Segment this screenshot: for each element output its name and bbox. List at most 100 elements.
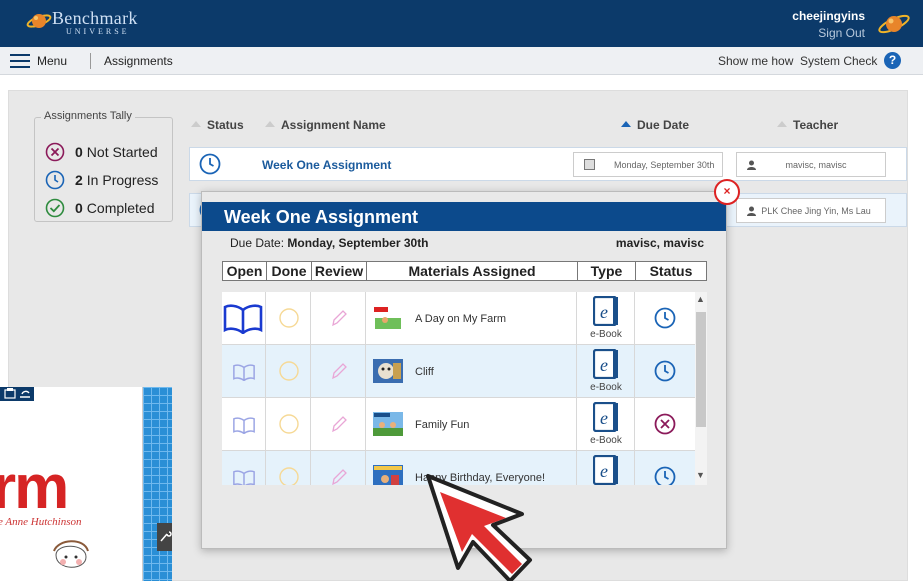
- sort-teacher-header[interactable]: Teacher: [777, 118, 838, 132]
- clock-icon: [654, 307, 676, 329]
- status-cell: [635, 451, 695, 485]
- teacher-field: PLK Chee Jing Yin, Ms Lau: [736, 198, 886, 223]
- hamburger-menu-icon[interactable]: [10, 54, 30, 68]
- col-open: Open: [223, 262, 267, 280]
- book-cover-thumbnail: [373, 359, 403, 383]
- done-circle-icon: [279, 414, 299, 434]
- done-toggle[interactable]: [266, 345, 311, 397]
- planet-avatar-icon[interactable]: [877, 10, 911, 36]
- modal-teacher: mavisc, mavisc: [615, 236, 704, 250]
- done-toggle[interactable]: [266, 398, 311, 450]
- col-materials: Materials Assigned: [367, 262, 578, 280]
- header-label: Teacher: [793, 118, 839, 132]
- assignment-name[interactable]: Week One Assignment: [262, 158, 391, 172]
- teacher-value: mavisc, mavisc: [785, 160, 847, 170]
- table-scrollbar[interactable]: ▲ ▼: [695, 292, 707, 485]
- svg-text:e: e: [600, 408, 608, 428]
- done-circle-icon: [279, 308, 299, 328]
- nav-bar: Menu Assignments Show me how System Chec…: [0, 47, 923, 75]
- header-label: Assignment Name: [281, 118, 386, 132]
- done-circle-icon: [279, 361, 299, 381]
- tally-label: In Progress: [86, 172, 159, 188]
- col-type: Type: [578, 262, 636, 280]
- tally-count: 0: [75, 144, 83, 160]
- scroll-down-icon[interactable]: ▼: [696, 470, 705, 480]
- clock-icon: [45, 170, 65, 190]
- not-started-icon: [45, 142, 65, 162]
- ebook-preview[interactable]: rm e Anne Hutchinson: [0, 387, 172, 581]
- illustration-face: [53, 540, 89, 568]
- review-button[interactable]: [311, 451, 366, 485]
- sort-arrow-icon: [191, 120, 201, 127]
- open-book-button[interactable]: [222, 292, 266, 344]
- print-icon[interactable]: [0, 387, 34, 401]
- open-book-button[interactable]: [222, 345, 266, 397]
- open-book-button[interactable]: [222, 451, 266, 485]
- book-cover-thumbnail: [373, 412, 403, 436]
- materials-table-body: A Day on My Farm e e-Book Cliff e e-Book…: [222, 292, 707, 485]
- open-book-icon: [233, 364, 255, 381]
- sort-name-header[interactable]: Assignment Name: [265, 118, 386, 132]
- breadcrumb-assignments[interactable]: Assignments: [104, 54, 173, 68]
- tally-label: Not Started: [86, 144, 158, 160]
- pencil-icon: [332, 416, 347, 433]
- due-date-value: Monday, September 30th: [614, 160, 715, 170]
- material-row: Family Fun e e-Book: [222, 398, 695, 451]
- tally-title: Assignments Tally: [41, 110, 135, 122]
- done-toggle[interactable]: [266, 451, 311, 485]
- tally-label: Completed: [86, 200, 155, 216]
- close-icon[interactable]: ×: [714, 179, 740, 205]
- open-book-button[interactable]: [222, 398, 266, 450]
- open-book-icon: [223, 304, 263, 334]
- material-cell[interactable]: Family Fun: [366, 398, 577, 450]
- wrench-icon[interactable]: [157, 523, 172, 551]
- sort-status-header[interactable]: Status: [191, 118, 244, 132]
- review-button[interactable]: [311, 292, 366, 344]
- check-circle-icon: [45, 198, 65, 218]
- scroll-up-icon[interactable]: ▲: [696, 294, 705, 304]
- review-button[interactable]: [311, 398, 366, 450]
- material-row: Cliff e e-Book: [222, 345, 695, 398]
- system-check-link[interactable]: System Check: [800, 54, 877, 68]
- clock-icon: [199, 153, 221, 175]
- done-toggle[interactable]: [266, 292, 311, 344]
- tally-count: 2: [75, 172, 83, 188]
- not-started-icon: [654, 413, 676, 435]
- type-label: e-Book: [590, 435, 622, 446]
- ebook-icon: e: [593, 455, 618, 485]
- ebook-page: rm e Anne Hutchinson: [0, 387, 143, 581]
- type-cell: e e-Book: [577, 345, 635, 397]
- sort-arrow-icon: [777, 120, 787, 127]
- header-label: Status: [207, 118, 244, 132]
- show-me-how-link[interactable]: Show me how: [718, 54, 793, 68]
- book-author-fragment: e Anne Hutchinson: [0, 516, 82, 528]
- planet-logo-icon: [26, 14, 52, 28]
- col-review: Review: [312, 262, 367, 280]
- assignment-row[interactable]: Week One Assignment Monday, September 30…: [189, 147, 907, 181]
- header-label: Due Date: [637, 118, 690, 132]
- book-cover-thumbnail: [373, 465, 403, 485]
- tally-count: 0: [75, 200, 83, 216]
- book-title-fragment: rm: [0, 453, 69, 522]
- teacher-field: mavisc, mavisc: [736, 152, 886, 177]
- col-done: Done: [267, 262, 312, 280]
- preview-toolbar[interactable]: [0, 387, 34, 401]
- review-button[interactable]: [311, 345, 366, 397]
- menu-button[interactable]: Menu: [37, 54, 67, 68]
- status-cell: [635, 398, 695, 450]
- due-value: Monday, September 30th: [287, 236, 429, 250]
- sort-arrow-icon: [265, 120, 275, 127]
- material-cell[interactable]: Cliff: [366, 345, 577, 397]
- pencil-icon: [332, 310, 347, 327]
- status-cell: [635, 345, 695, 397]
- user-info: cheejingyins Sign Out: [792, 9, 865, 40]
- logo-line1: Benchmark: [52, 8, 138, 28]
- nav-divider: [90, 53, 91, 69]
- material-cell[interactable]: A Day on My Farm: [366, 292, 577, 344]
- help-icon[interactable]: ?: [884, 52, 901, 69]
- sign-out-link[interactable]: Sign Out: [792, 26, 865, 40]
- svg-text:e: e: [600, 461, 608, 481]
- sort-due-header[interactable]: Due Date: [621, 118, 689, 132]
- due-date-field: Monday, September 30th: [573, 152, 723, 177]
- scrollbar-thumb[interactable]: [696, 312, 706, 427]
